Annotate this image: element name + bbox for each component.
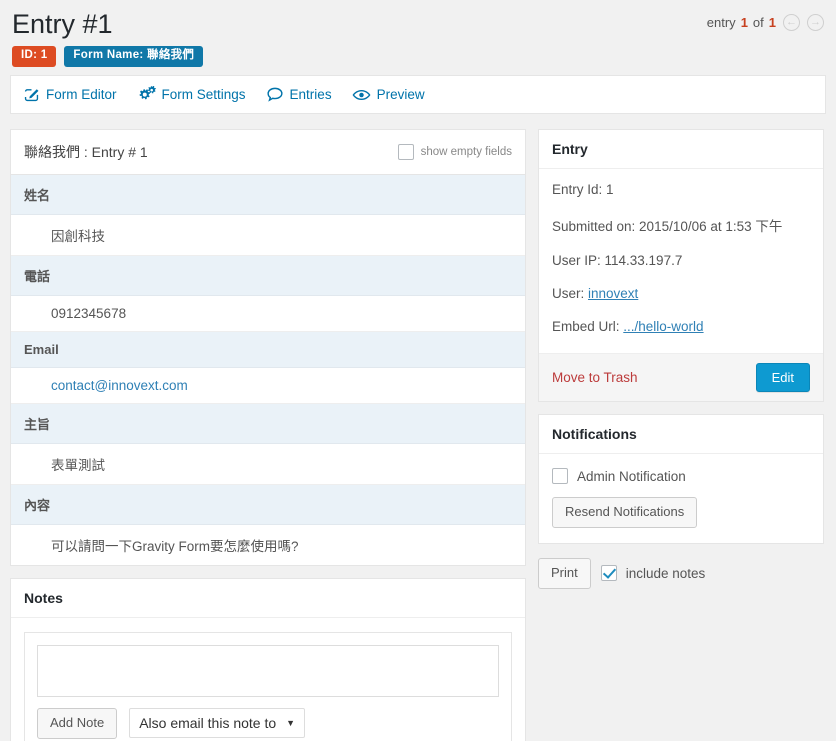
gears-icon	[137, 86, 156, 103]
tab-preview[interactable]: Preview	[352, 87, 425, 103]
notes-body: Add Note Also email this note to ▼	[11, 618, 525, 741]
arrow-left-circle-icon[interactable]: ←	[783, 14, 800, 31]
pager-total: 1	[769, 15, 776, 30]
form-name-badge: Form Name: 聯絡我們	[64, 46, 203, 67]
content-columns: 聯絡我們 : Entry # 1 show empty fields 姓名 因創…	[0, 114, 836, 741]
include-notes-toggle[interactable]: include notes	[601, 565, 706, 581]
show-empty-fields-label: show empty fields	[421, 146, 512, 158]
tab-form-editor[interactable]: Form Editor	[23, 86, 117, 103]
note-textarea[interactable]	[37, 645, 499, 697]
entry-user-ip-row: User IP: 114.33.197.7	[552, 244, 810, 277]
entry-submitted-row: Submitted on: 2015/10/06 at 1:53 下午	[552, 206, 810, 244]
notifications-title: Notifications	[539, 415, 823, 454]
show-empty-fields-toggle[interactable]: show empty fields	[398, 144, 512, 160]
notes-title: Notes	[11, 579, 525, 618]
resend-wrap: Resend Notifications	[552, 497, 810, 528]
field-value: 0912345678	[11, 296, 525, 332]
print-row: Print include notes	[538, 556, 824, 589]
entry-detail-page: Entry #1 ID: 1 Form Name: 聯絡我們 entry 1 o…	[0, 0, 836, 741]
tab-form-editor-label: Form Editor	[46, 87, 117, 102]
comment-icon	[266, 86, 284, 103]
tab-form-settings[interactable]: Form Settings	[137, 86, 246, 103]
form-toolbar: Form Editor Form Settings Entries	[10, 75, 826, 114]
notes-panel: Notes Add Note Also email this note to ▼	[10, 578, 526, 741]
include-notes-label: include notes	[626, 566, 706, 581]
entry-user-link[interactable]: innovext	[588, 286, 638, 301]
admin-notification-checkbox[interactable]	[552, 468, 568, 484]
pager-of: of	[753, 15, 764, 30]
chevron-down-icon: ▼	[286, 718, 295, 728]
entry-info-title: Entry	[539, 130, 823, 169]
entry-pager: entry 1 of 1 ← →	[707, 14, 824, 31]
entry-info-body: Entry Id: 1 Submitted on: 2015/10/06 at …	[539, 169, 823, 353]
edit-button[interactable]: Edit	[756, 363, 810, 392]
page-header: Entry #1 ID: 1 Form Name: 聯絡我們 entry 1 o…	[0, 0, 836, 75]
arrow-right-circle-icon[interactable]: →	[807, 14, 824, 31]
pager-prefix: entry	[707, 15, 736, 30]
page-title: Entry #1	[12, 8, 826, 40]
email-note-select-label: Also email this note to	[139, 715, 276, 731]
field-label: 主旨	[11, 404, 525, 444]
entry-info-panel: Entry Entry Id: 1 Submitted on: 2015/10/…	[538, 129, 824, 402]
main-column: 聯絡我們 : Entry # 1 show empty fields 姓名 因創…	[10, 129, 526, 741]
entry-detail-header: 聯絡我們 : Entry # 1 show empty fields	[11, 130, 525, 175]
side-column: Entry Entry Id: 1 Submitted on: 2015/10/…	[538, 129, 824, 589]
entry-embed-url-row: Embed Url: .../hello-world	[552, 310, 810, 343]
eye-icon	[352, 87, 371, 103]
tab-preview-label: Preview	[377, 87, 425, 102]
badge-group: ID: 1 Form Name: 聯絡我們	[12, 46, 826, 67]
entry-embed-url-label: Embed Url:	[552, 319, 623, 334]
field-value: 可以請問一下Gravity Form要怎麼使用嗎?	[11, 525, 525, 565]
email-note-select[interactable]: Also email this note to ▼	[129, 708, 305, 738]
entry-user-label: User:	[552, 286, 588, 301]
notes-actions: Add Note Also email this note to ▼	[37, 708, 499, 739]
include-notes-checkbox[interactable]	[601, 565, 617, 581]
field-label: 內容	[11, 485, 525, 525]
tab-entries[interactable]: Entries	[266, 86, 332, 103]
field-label: 電話	[11, 256, 525, 296]
notifications-panel: Notifications Admin Notification Resend …	[538, 414, 824, 544]
move-to-trash-link[interactable]: Move to Trash	[552, 370, 638, 385]
resend-notifications-button[interactable]: Resend Notifications	[552, 497, 697, 528]
admin-notification-label: Admin Notification	[577, 469, 686, 484]
pencil-square-icon	[23, 86, 40, 103]
print-button[interactable]: Print	[538, 558, 591, 589]
pager-current: 1	[741, 15, 748, 30]
entry-embed-url-link[interactable]: .../hello-world	[623, 319, 703, 334]
email-link[interactable]: contact@innovext.com	[51, 378, 188, 393]
entry-user-row: User: innovext	[552, 277, 810, 310]
admin-notification-row[interactable]: Admin Notification	[552, 468, 810, 484]
field-value: 因創科技	[11, 215, 525, 256]
entry-info-footer: Move to Trash Edit	[539, 353, 823, 401]
field-value-email: contact@innovext.com	[11, 368, 525, 404]
field-label: 姓名	[11, 175, 525, 215]
entry-detail-panel: 聯絡我們 : Entry # 1 show empty fields 姓名 因創…	[10, 129, 526, 566]
entry-id-row: Entry Id: 1	[552, 173, 810, 206]
entry-id-badge: ID: 1	[12, 46, 56, 67]
add-note-button[interactable]: Add Note	[37, 708, 117, 739]
entry-detail-heading: 聯絡我們 : Entry # 1	[24, 142, 148, 162]
field-label: Email	[11, 332, 525, 368]
tab-entries-label: Entries	[290, 87, 332, 102]
notifications-body: Admin Notification Resend Notifications	[539, 454, 823, 543]
tab-form-settings-label: Form Settings	[162, 87, 246, 102]
field-value: 表單測試	[11, 444, 525, 485]
show-empty-fields-checkbox[interactable]	[398, 144, 414, 160]
notes-box: Add Note Also email this note to ▼	[24, 632, 512, 741]
